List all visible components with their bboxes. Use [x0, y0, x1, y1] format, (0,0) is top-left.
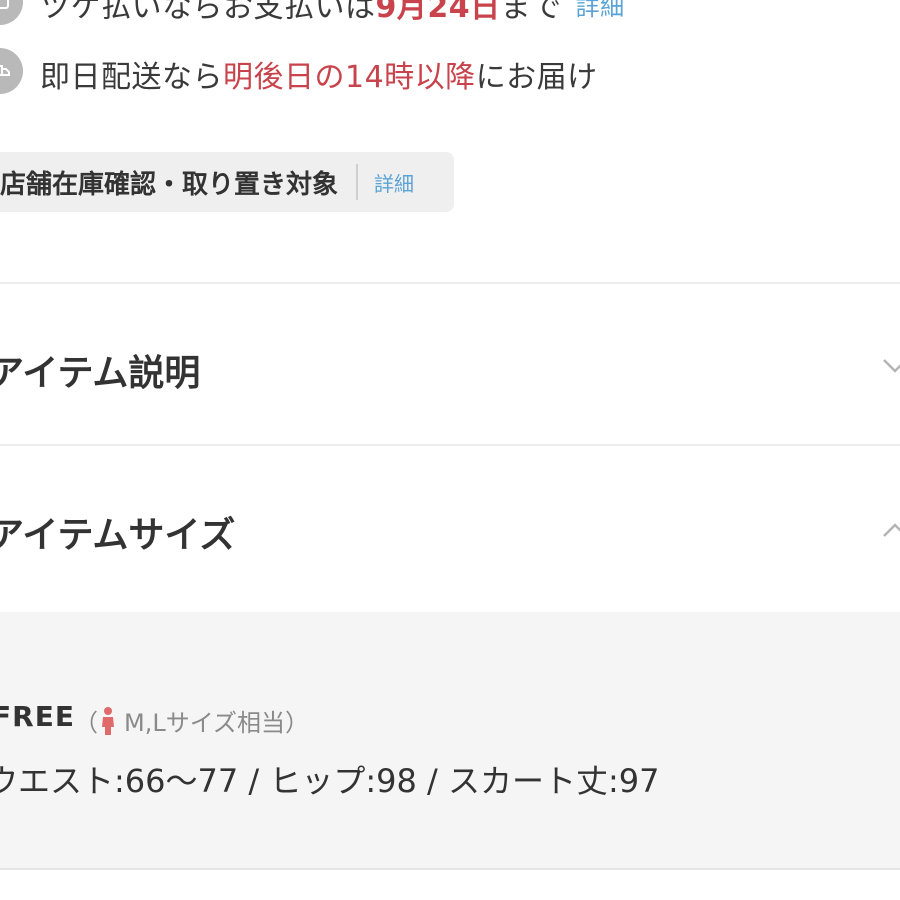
- payment-notice-prefix: ツケ払いならお支払いは: [40, 0, 376, 25]
- size-note-open-paren: （: [74, 709, 98, 737]
- tag-separator: [356, 164, 359, 200]
- size-name: FREE: [0, 700, 75, 733]
- item-size-title: アイテムサイズ: [0, 515, 236, 556]
- delivery-notice: 即日配送なら 明後日の14時以降 にお届け: [40, 52, 598, 96]
- payment-due-date: 9月24日: [375, 0, 501, 25]
- divider: [0, 444, 900, 446]
- chevron-up-icon: [883, 523, 900, 537]
- delivery-notice-suffix: にお届け: [475, 60, 598, 95]
- woman-icon: [102, 706, 114, 735]
- size-panel: [0, 612, 900, 868]
- divider: [0, 868, 900, 870]
- delivery-date: 明後日の14時以降: [223, 60, 476, 95]
- chevron-down-icon: [883, 359, 900, 373]
- size-measurements: ウエスト:66〜77 / ヒップ:98 / スカート丈:97: [0, 762, 660, 800]
- size-note-text: M,Lサイズ相当: [124, 709, 285, 737]
- divider: [0, 282, 900, 284]
- size-equivalent-note: （ M,Lサイズ相当 ）: [74, 703, 309, 738]
- payment-notice: ツケ払いならお支払いは 9月24日 まで 詳細: [40, 0, 625, 26]
- product-detail-page: ツケ払いならお支払いは 9月24日 まで 詳細 即日配送なら 明後日の14時以降…: [0, 0, 900, 900]
- delivery-notice-prefix: 即日配送なら: [40, 60, 223, 95]
- store-stock-tag: 店舗在庫確認・取り置き対象 詳細: [0, 152, 454, 212]
- item-description-title: アイテム説明: [0, 353, 201, 394]
- size-note-close-paren: ）: [285, 709, 309, 737]
- payment-notice-suffix: まで: [500, 0, 562, 25]
- store-detail-link[interactable]: 詳細: [374, 168, 414, 197]
- store-stock-label: 店舗在庫確認・取り置き対象: [0, 169, 339, 200]
- delivery-truck-icon: [0, 48, 23, 94]
- payment-detail-link[interactable]: 詳細: [576, 0, 625, 22]
- payment-icon: [0, 0, 23, 25]
